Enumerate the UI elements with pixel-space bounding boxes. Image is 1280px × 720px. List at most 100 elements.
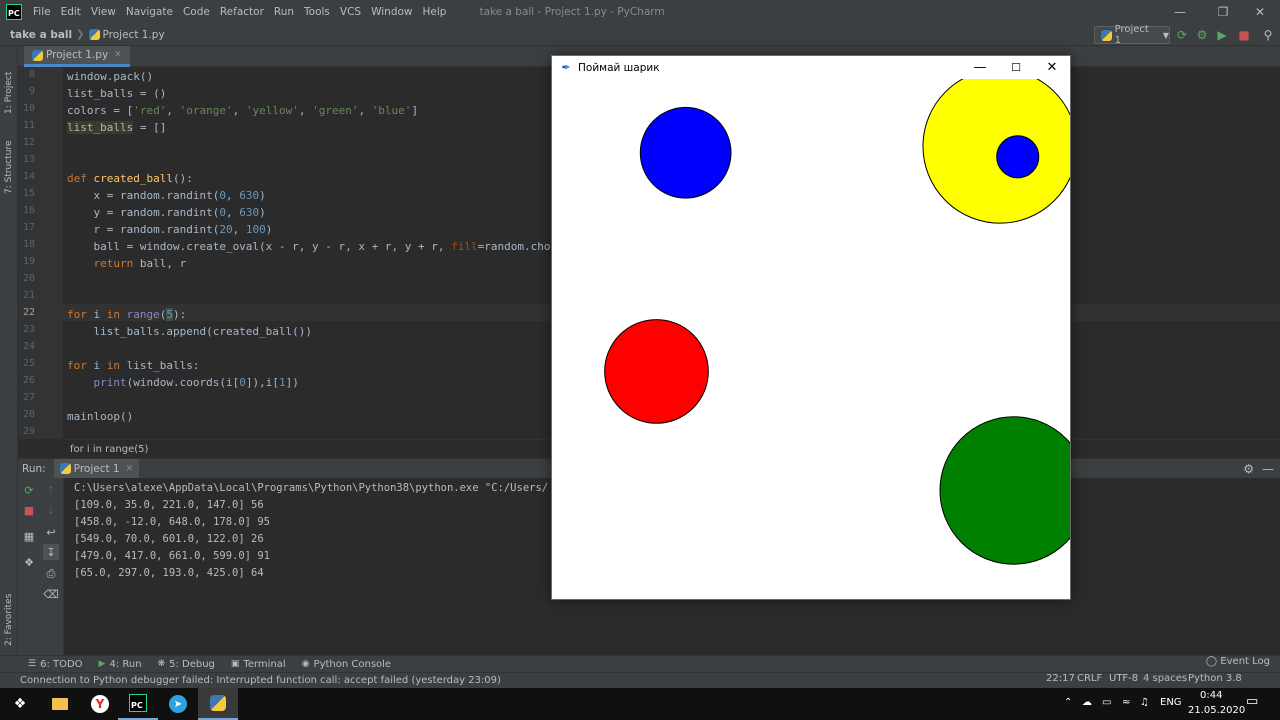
coverage-icon[interactable]: ▶ [1214, 27, 1230, 43]
menu-refactor[interactable]: Refactor [215, 6, 269, 18]
menu-help[interactable]: Help [418, 6, 452, 18]
line-separator[interactable]: CRLF [1077, 673, 1102, 684]
chevron-up-icon[interactable]: ⌃ [1064, 697, 1072, 708]
interpreter[interactable]: Python 3.8 [1188, 673, 1242, 684]
tool-tab-label: Python Console [313, 658, 392, 670]
stop-icon[interactable]: ■ [1236, 27, 1252, 43]
tool-tab-terminal[interactable]: ▣ Terminal [231, 659, 286, 670]
maximize-icon[interactable]: ❐ [1203, 0, 1243, 24]
menu-window[interactable]: Window [366, 6, 417, 18]
python-file-icon [59, 463, 71, 474]
scroll-to-end-icon[interactable]: ↧ [43, 544, 59, 560]
ball-circle[interactable] [922, 79, 1070, 224]
line-number: 10 [22, 103, 35, 114]
python-file-icon [32, 49, 43, 61]
line-number: 13 [22, 154, 35, 165]
stop-icon[interactable]: ■ [21, 502, 37, 518]
telegram-icon[interactable]: ➤ [158, 688, 198, 720]
line-number: 12 [22, 137, 35, 148]
hide-panel-icon[interactable]: — [1262, 462, 1274, 476]
ball-canvas[interactable] [552, 79, 1070, 599]
menu-file[interactable]: File [28, 6, 56, 18]
menu-run[interactable]: Run [269, 6, 299, 18]
rerun-icon[interactable]: ⟳ [1174, 27, 1190, 43]
tool-tab-python-console[interactable]: ◉ Python Console [302, 659, 391, 670]
pycharm-logo-icon: PC [6, 4, 22, 20]
clock-time[interactable]: 0:44 [1200, 690, 1222, 701]
tool-tab-debug[interactable]: ❋ 5: Debug [158, 659, 215, 670]
arrow-up-icon[interactable]: ↑ [43, 482, 59, 498]
editor-tab-project1[interactable]: Project 1.py ✕ [24, 46, 130, 67]
gear-icon[interactable]: ⚙ [1243, 462, 1254, 476]
line-number: 29 [22, 426, 35, 437]
editor-tab-label: Project 1.py [46, 49, 109, 61]
line-number: 24 [22, 341, 35, 352]
indent-setting[interactable]: 4 spaces [1143, 673, 1187, 684]
print-icon[interactable]: ⎙ [43, 566, 59, 582]
ball-circle[interactable] [939, 416, 1070, 565]
soft-wrap-icon[interactable]: ↩ [43, 524, 59, 540]
code-line: def created_ball(): [67, 172, 193, 185]
file-explorer-icon[interactable] [40, 688, 80, 720]
status-message[interactable]: Connection to Python debugger failed: In… [20, 675, 501, 686]
console-toolbar: ↑ ↓ ↩ ↧ ⎙ ⌫ [40, 478, 64, 655]
python-icon: ◉ [301, 659, 310, 669]
run-label: Run: [22, 462, 46, 475]
menu-edit[interactable]: Edit [56, 6, 86, 18]
ball-circle[interactable] [639, 106, 732, 199]
trash-icon[interactable]: ⌫ [43, 586, 59, 602]
pycharm-taskbar-icon[interactable]: PC [118, 688, 158, 720]
tool-window-bar: ☰ 6: TODO ▶ 4: Run ❋ 5: Debug ▣ Terminal ◉ Py… [0, 655, 1280, 672]
search-icon[interactable]: ⚲ [1260, 27, 1276, 43]
pin-icon[interactable]: ❖ [21, 554, 37, 570]
tool-tab-run[interactable]: ▶ 4: Run [99, 659, 142, 670]
menu-navigate[interactable]: Navigate [121, 6, 178, 18]
breadcrumb-project[interactable]: take a ball [10, 29, 72, 41]
menu-code[interactable]: Code [178, 6, 215, 18]
close-tab-icon[interactable]: ✕ [114, 50, 122, 60]
clock-date[interactable]: 21.05.2020 [1188, 705, 1245, 716]
line-number: 22 [22, 307, 35, 318]
ball-circle[interactable] [604, 319, 709, 424]
arrow-down-icon[interactable]: ↓ [43, 502, 59, 518]
notifications-icon[interactable]: ▭ [1246, 694, 1258, 709]
windows-start-icon[interactable]: ❖ [0, 688, 40, 720]
ball-circle[interactable] [996, 135, 1040, 179]
tkinter-window[interactable]: ✒ Поймай шарик — ☐ ✕ [551, 55, 1071, 600]
run-config-select[interactable]: Project 1 ▼ [1094, 24, 1170, 46]
cloud-icon[interactable]: ☁ [1082, 697, 1092, 708]
breadcrumb-file[interactable]: Project 1.py [103, 29, 165, 41]
run-tab[interactable]: Project 1 ✕ [53, 458, 140, 479]
close-tab-icon[interactable]: ✕ [126, 464, 134, 474]
rerun-icon[interactable]: ⟳ [21, 482, 37, 498]
menu-view[interactable]: View [86, 6, 121, 18]
run-toolbar: ⟳ ■ ▦ ❖ [18, 478, 40, 655]
debug-icon[interactable]: ⚙ [1194, 27, 1210, 43]
event-log-tab[interactable]: ◯ Event Log [1206, 656, 1270, 667]
cursor-position[interactable]: 22:17 [1046, 673, 1075, 684]
monitor-icon[interactable]: ▭ [1102, 697, 1111, 708]
tool-tab-todo[interactable]: ☰ 6: TODO [28, 659, 83, 670]
minimize-icon[interactable]: — [962, 56, 998, 79]
bug-icon: ❋ [157, 659, 166, 669]
language-indicator[interactable]: ENG [1160, 697, 1182, 708]
tool-tab-favorites[interactable]: 2: Favorites [1, 576, 17, 646]
line-number: 26 [22, 375, 35, 386]
tkinter-titlebar[interactable]: ✒ Поймай шарик — ☐ ✕ [552, 56, 1070, 79]
volume-icon[interactable]: ♫ [1140, 697, 1149, 708]
close-icon[interactable]: ✕ [1240, 0, 1280, 24]
tool-tab-label: 5: Debug [169, 658, 215, 670]
breadcrumb-text[interactable]: for i in range(5) [70, 444, 148, 455]
line-number: 9 [28, 86, 35, 97]
menu-tools[interactable]: Tools [299, 6, 335, 18]
menu-vcs[interactable]: VCS [335, 6, 366, 18]
file-encoding[interactable]: UTF-8 [1109, 673, 1138, 684]
line-number: 25 [22, 358, 35, 369]
minimize-icon[interactable]: — [1160, 0, 1200, 24]
wifi-icon[interactable]: ≈ [1122, 697, 1130, 708]
close-icon[interactable]: ✕ [1034, 56, 1070, 79]
yandex-browser-icon[interactable]: Y [80, 688, 120, 720]
layout-icon[interactable]: ▦ [21, 528, 37, 544]
maximize-icon[interactable]: ☐ [998, 56, 1034, 79]
python-app-icon[interactable] [198, 688, 238, 720]
